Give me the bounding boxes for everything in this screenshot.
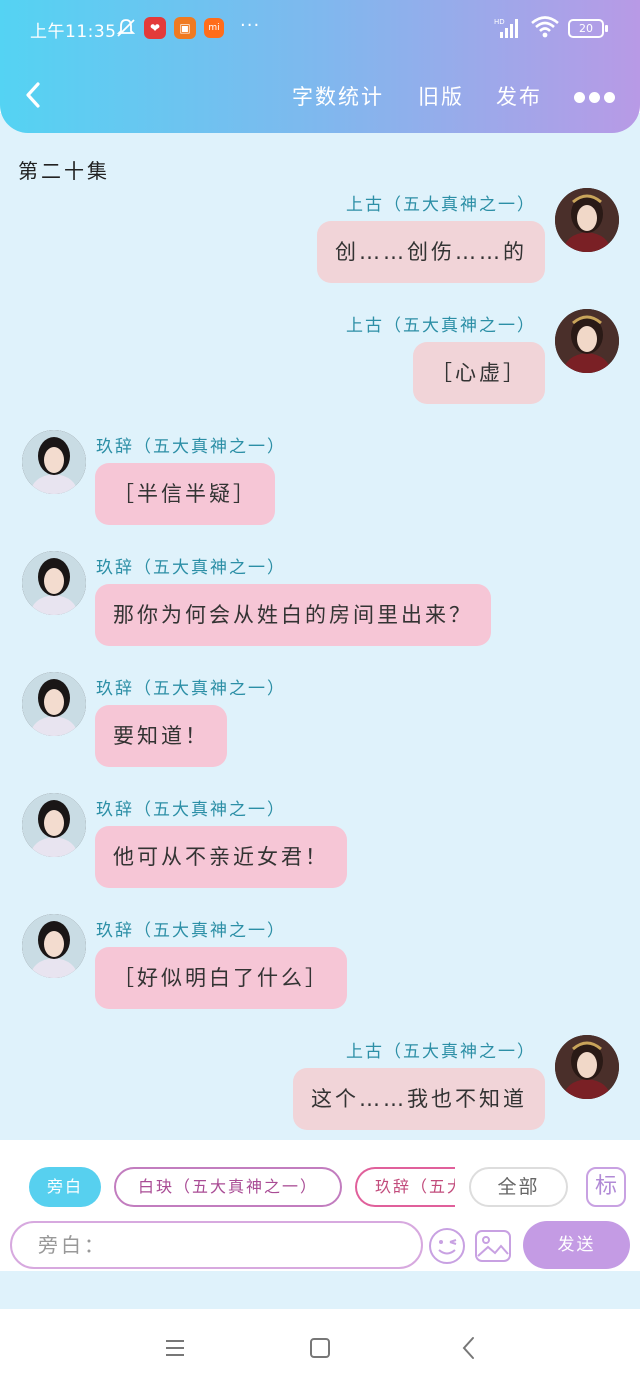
- avatar-jiuci[interactable]: [22, 672, 86, 736]
- chevron-left-icon[interactable]: [456, 1335, 482, 1361]
- panel-spacer: [0, 1271, 640, 1309]
- square-home-icon[interactable]: [307, 1335, 333, 1361]
- avatar-shanggu[interactable]: [555, 1035, 619, 1099]
- bell-off-icon: [115, 17, 137, 39]
- mi-app-icon: mi: [204, 18, 224, 38]
- speaker-name: 玖辞（五大真神之一）: [96, 437, 286, 457]
- avatar-jiuci[interactable]: [22, 793, 86, 857]
- role-chip-baijue[interactable]: 白玦（五大真神之一）: [114, 1167, 342, 1207]
- role-chip-all[interactable]: 全部: [469, 1167, 568, 1207]
- message-bubble[interactable]: ［心虚］: [413, 342, 545, 404]
- speaker-name: 玖辞（五大真神之一）: [96, 679, 286, 699]
- speaker-name: 玖辞（五大真神之一）: [96, 921, 286, 941]
- chevron-left-icon: [26, 82, 40, 108]
- wifi-icon: [530, 14, 560, 40]
- app-notification-icon: ❤: [144, 17, 166, 39]
- message-bubble[interactable]: 要知道！: [95, 705, 227, 767]
- message-bubble[interactable]: ［半信半疑］: [95, 463, 275, 525]
- message-bubble[interactable]: 他可从不亲近女君！: [95, 826, 347, 888]
- signal-icon: HD: [494, 16, 524, 40]
- chapter-title: 第二十集: [18, 159, 110, 183]
- avatar-jiuci[interactable]: [22, 914, 86, 978]
- old-version-button[interactable]: 旧版: [418, 81, 464, 111]
- composer-panel: 旁白 白玦（五大真神之一） 玖辞（五大真神之一） 全部 标 发送: [0, 1140, 640, 1271]
- status-bar: 上午11:35 ❤ ▣ mi ··· HD 20: [0, 0, 640, 58]
- back-button[interactable]: [22, 80, 44, 110]
- menu-lines-icon[interactable]: [162, 1335, 188, 1361]
- speaker-name: 上古（五大真神之一）: [346, 1042, 536, 1062]
- more-dots-icon[interactable]: [574, 88, 622, 103]
- message-bubble[interactable]: 这个……我也不知道: [293, 1068, 545, 1130]
- message-input[interactable]: [10, 1221, 423, 1269]
- role-chip-narration[interactable]: 旁白: [29, 1167, 101, 1207]
- speaker-name: 玖辞（五大真神之一）: [96, 800, 286, 820]
- message-bubble[interactable]: 那你为何会从姓白的房间里出来？: [95, 584, 491, 646]
- speaker-name: 玖辞（五大真神之一）: [96, 558, 286, 578]
- battery-icon: 20: [568, 19, 608, 38]
- speaker-name: 上古（五大真神之一）: [346, 195, 536, 215]
- image-icon[interactable]: [473, 1226, 513, 1266]
- avatar-shanggu[interactable]: [555, 309, 619, 373]
- chat-area[interactable]: 第二十集 上古（五大真神之一） 创……创伤……的 上古（五大真神之一） ［心虚］ 玖辞（…: [0, 113, 640, 1140]
- send-button[interactable]: 发送: [523, 1221, 630, 1269]
- word-count-button[interactable]: 字数统计: [292, 81, 384, 111]
- avatar-shanggu[interactable]: [555, 188, 619, 252]
- avatar-jiuci[interactable]: [22, 430, 86, 494]
- publish-button[interactable]: 发布: [496, 81, 542, 111]
- system-nav-bar: [0, 1309, 640, 1387]
- avatar-jiuci[interactable]: [22, 551, 86, 615]
- app-notification-icon: ▣: [174, 17, 196, 39]
- message-bubble[interactable]: 创……创伤……的: [317, 221, 545, 283]
- more-notifications-icon: ···: [240, 15, 261, 36]
- emoji-wink-icon[interactable]: [427, 1226, 467, 1266]
- app-header: 上午11:35 ❤ ▣ mi ··· HD 20 字数统计 旧版 发布: [0, 0, 640, 133]
- mark-button[interactable]: 标: [586, 1167, 626, 1207]
- message-bubble[interactable]: ［好似明白了什么］: [95, 947, 347, 1009]
- status-time: 上午11:35: [30, 22, 117, 42]
- speaker-name: 上古（五大真神之一）: [346, 316, 536, 336]
- hd-label: HD: [494, 18, 505, 26]
- role-chip-jiuci[interactable]: 玖辞（五大真神之一）: [355, 1167, 455, 1207]
